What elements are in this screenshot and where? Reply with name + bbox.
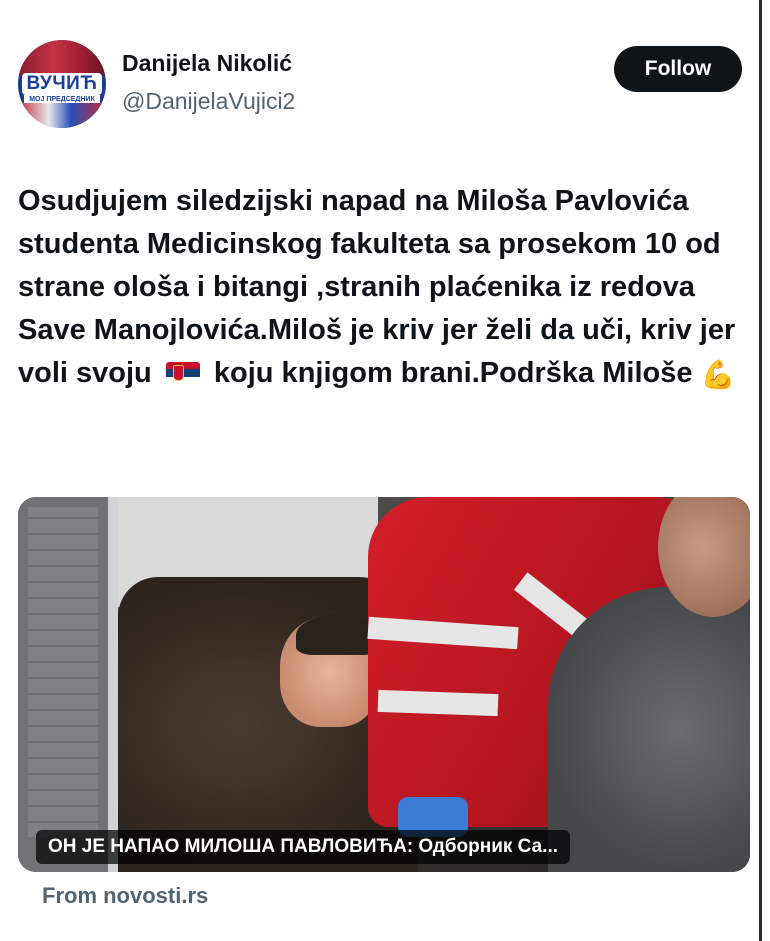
avatar-text: ВУЧИЋ — [22, 73, 102, 95]
avatar-subtext: МОЈ ПРЕДСЕДНИК — [24, 94, 100, 104]
media-card[interactable]: ОН ЈЕ НАПАО МИЛОША ПАВЛОВИЋА: Одборник С… — [18, 497, 750, 872]
window-image-part — [18, 497, 110, 872]
tweet-text-part2: koju knjigom brani.Podrška Miloše — [213, 357, 693, 389]
tweet-header: ВУЧИЋ МОЈ ПРЕДСЕДНИК Danijela Nikolić @D… — [18, 40, 742, 140]
media-caption: ОН ЈЕ НАПАО МИЛОША ПАВЛОВИЋА: Одборник С… — [36, 830, 571, 864]
follow-button[interactable]: Follow — [614, 46, 742, 92]
scrollbar-edge — [759, 0, 762, 941]
avatar[interactable]: ВУЧИЋ МОЈ ПРЕДСЕДНИК — [18, 40, 106, 128]
flexed-biceps-icon: 💪 — [700, 359, 736, 390]
author-handle[interactable]: @DanijelaVujici2 — [122, 88, 295, 115]
tweet-text: Osudjujem siledzijski napad na Miloša Pa… — [18, 180, 746, 396]
link-source[interactable]: From novosti.rs — [42, 883, 208, 909]
author-name[interactable]: Danijela Nikolić — [122, 50, 292, 77]
serbia-flag-icon — [165, 362, 200, 384]
